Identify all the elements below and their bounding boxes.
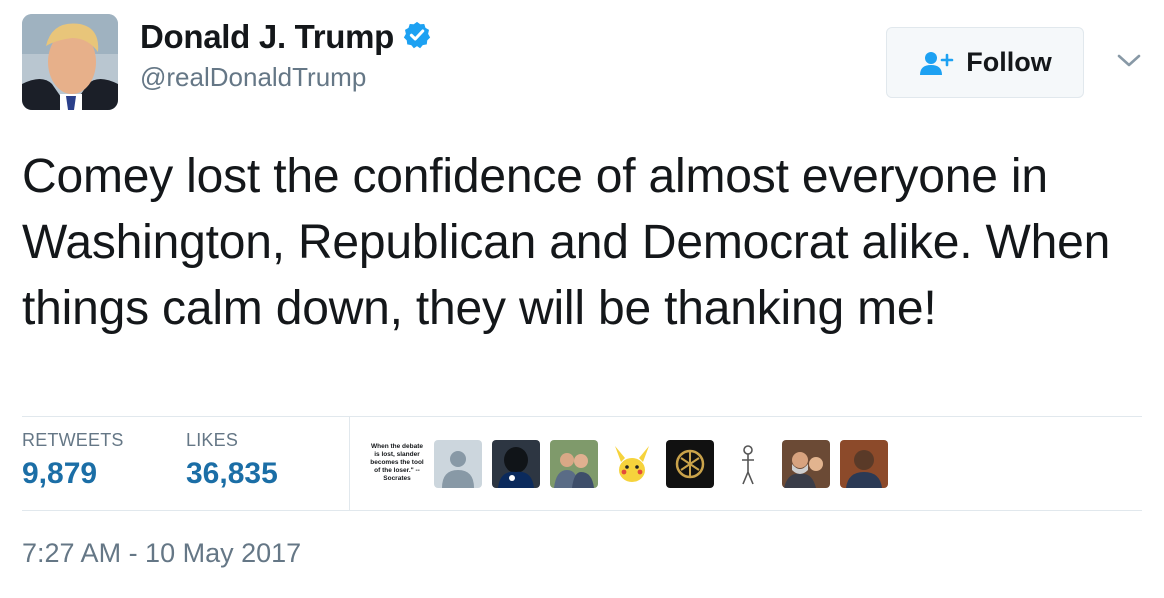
likes-count: 36,835 [186, 457, 278, 490]
couple-photo-image [550, 440, 598, 488]
liker-avatar-man[interactable] [840, 440, 888, 488]
liker-avatar-pikachu[interactable] [608, 440, 656, 488]
author-handle[interactable]: @realDonaldTrump [140, 62, 432, 93]
man-portrait-image [840, 440, 888, 488]
tweet-timestamp[interactable]: 7:27 AM - 10 May 2017 [22, 538, 301, 569]
avatar-portrait-image [22, 14, 118, 110]
football-player-image [492, 440, 540, 488]
retweets-stat[interactable]: RETWEETS 9,879 [22, 430, 124, 491]
retweets-count: 9,879 [22, 457, 98, 490]
liker-avatar-figure[interactable] [724, 440, 772, 488]
author-avatar[interactable] [22, 14, 118, 110]
default-profile-icon [434, 440, 482, 488]
tweet-text: Comey lost the confidence of almost ever… [22, 150, 1111, 335]
liker-avatar-couple[interactable] [550, 440, 598, 488]
liker-avatar-monogram[interactable] [666, 440, 714, 488]
liker-avatar-man-beard[interactable] [782, 440, 830, 488]
likes-label: LIKES [186, 430, 239, 450]
liker-avatar-football[interactable] [492, 440, 540, 488]
pikachu-image [608, 440, 656, 488]
gold-monogram-image [666, 440, 714, 488]
stats-divider-top [22, 416, 1142, 417]
follow-button-label: Follow [966, 47, 1052, 77]
stats-divider-bottom [22, 510, 1142, 511]
stats-divider-vertical [349, 416, 350, 511]
add-user-icon [920, 51, 954, 75]
retweets-label: RETWEETS [22, 430, 124, 450]
standing-figure-image [724, 440, 772, 488]
bearded-man-image [782, 440, 830, 488]
likes-stat[interactable]: LIKES 36,835 [186, 430, 278, 491]
chevron-down-icon[interactable] [1116, 52, 1142, 70]
author-header: Donald J. Trump @realDonaldTrump [140, 18, 432, 93]
liker-avatar-default[interactable] [434, 440, 482, 488]
liker-avatars: When the debate is lost, slander becomes… [370, 440, 888, 488]
follow-button[interactable]: Follow [886, 27, 1084, 98]
author-display-name[interactable]: Donald J. Trump [140, 18, 394, 56]
liker-avatar-quote[interactable]: When the debate is lost, slander becomes… [370, 440, 424, 488]
verified-badge-icon [403, 21, 431, 49]
